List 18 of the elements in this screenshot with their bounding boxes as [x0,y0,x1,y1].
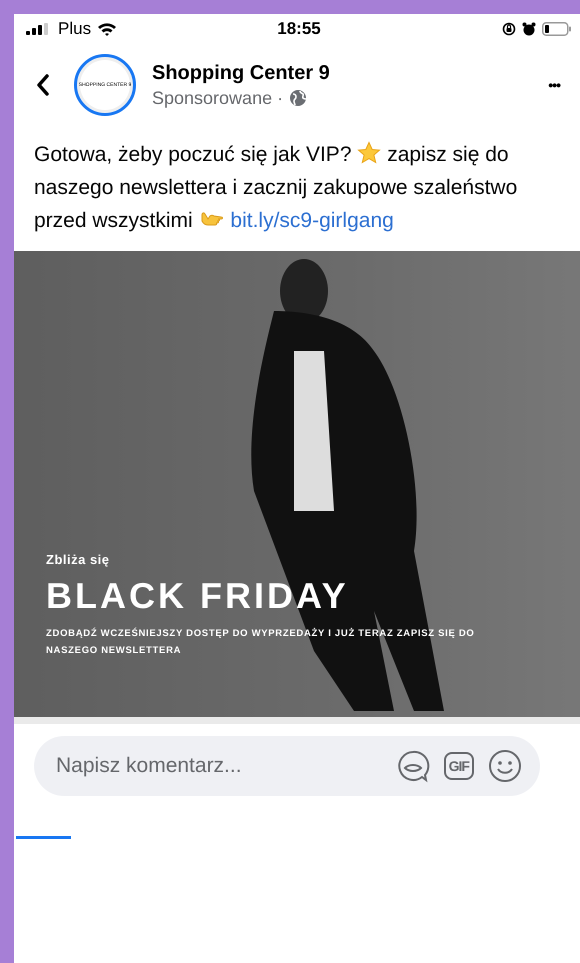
rotation-lock-icon [502,22,516,36]
back-chevron-icon[interactable] [36,74,50,96]
sponsored-label: Sponsorowane · [152,88,284,108]
page-name[interactable]: Shopping Center 9 [152,62,526,84]
ad-kicker-text: Zbliża się [46,552,111,567]
wifi-icon [97,22,118,36]
clock-time: 18:55 [277,19,321,38]
post-caption: Gotowa, żeby poczuć się jak VIP? zapisz się do naszego newslettera i zacznij zakupowe szaleństwo przed wszystkimi bit.ly/sc9-girlgang [34,140,518,234]
globe-icon [289,89,308,107]
emoji-icon[interactable] [488,749,522,783]
post-link[interactable]: bit.ly/sc9-girlgang [230,209,394,232]
sticker-icon[interactable] [396,749,430,783]
more-options-button[interactable]: ••• [542,77,566,93]
gif-button[interactable]: GIF [444,752,474,780]
comment-field[interactable]: Napisz komentarz... GIF [34,736,540,796]
carrier-name: Plus [58,19,92,39]
battery-icon [542,22,572,36]
star-icon [357,141,382,165]
